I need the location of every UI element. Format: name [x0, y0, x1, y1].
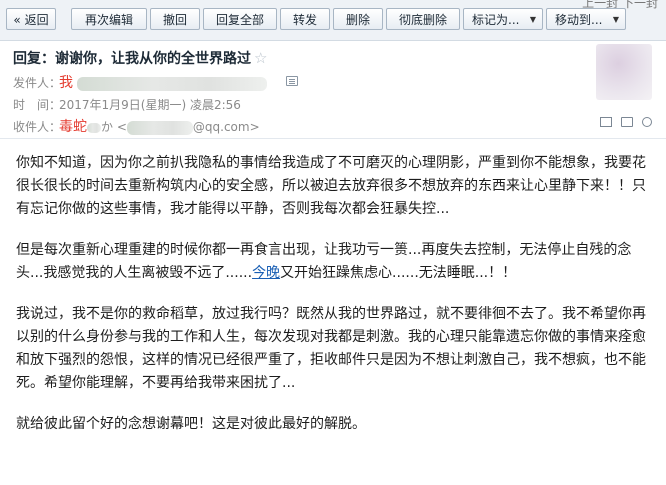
- body-line: 你知不知道，因为你之前扒我隐私的事情给我造成了不可磨灭的心理阴影，严重到你不能想…: [16, 155, 646, 171]
- recipient-suffix: か: [101, 120, 114, 134]
- redacted-recipient-email: [126, 120, 193, 135]
- redacted-recipient-part: [87, 122, 101, 133]
- body-text: 又开始狂躁焦虑心......无法睡眠...！！: [280, 265, 517, 281]
- reply-all-button[interactable]: 回复全部: [203, 8, 277, 30]
- star-icon[interactable]: ☆: [254, 49, 267, 67]
- recipient-email-domain: @qq.com>: [192, 120, 260, 134]
- delete-button[interactable]: 删除: [333, 8, 383, 30]
- email-subject: 回复：谢谢你，让我从你的全世界路过 ☆: [13, 48, 267, 68]
- move-to-dropdown[interactable]: 移动到... ▼: [546, 8, 626, 30]
- header-divider: [0, 138, 666, 139]
- recipient-row: 收件人：毒蛇か < @qq.com>: [13, 116, 260, 136]
- time-label: 时 间：: [13, 98, 62, 112]
- time-row: 时 间：2017年1月9日(星期一) 凌晨2:56: [13, 96, 241, 113]
- back-button[interactable]: « 返回: [6, 8, 56, 30]
- body-line: 但是每次重新心理重建的时候你都一再食言出现，让我功亏一篑...再度失去控制，无法…: [16, 242, 632, 258]
- delete-button-label: 删除: [345, 13, 370, 27]
- edit-again-button-label: 再次编辑: [84, 13, 133, 27]
- body-line: 就给彼此留个好的念想谢幕吧！这是对彼此最好的解脱。: [16, 416, 366, 432]
- reply-all-button-label: 回复全部: [215, 13, 264, 27]
- forward-button-label: 转发: [292, 13, 317, 27]
- body-line: 和放下强烈的怨恨，这样的情况已经很严重了，拒收邮件只是因为不想让刺激自己，我不想…: [16, 352, 646, 368]
- body-line: 头...我感觉我的人生离被毁不远了......今晚又开始狂躁焦虑心......无…: [16, 262, 656, 285]
- back-button-label: « 返回: [13, 13, 49, 27]
- print-icon[interactable]: [620, 116, 633, 127]
- email-body: 你知不知道，因为你之前扒我隐私的事情给我造成了不可磨灭的心理阴影，严重到你不能想…: [16, 152, 656, 454]
- contact-card-icon[interactable]: [286, 76, 298, 86]
- mark-as-dropdown[interactable]: 标记为... ▼: [463, 8, 543, 30]
- body-line: 我说过，我不是你的救命稻草，放过我行吗？既然从我的世界路过，就不要徘徊不去了。我…: [16, 306, 646, 322]
- sender-label: 发件人：: [13, 76, 62, 90]
- recall-button[interactable]: 撤回: [150, 8, 200, 30]
- toolbar: 上一封 下一封 « 返回 再次编辑 撤回 回复全部 转发 删除 彻底删除 标记为…: [0, 0, 666, 41]
- redacted-sender-address: [76, 76, 267, 91]
- forward-button[interactable]: 转发: [280, 8, 330, 30]
- edit-again-button[interactable]: 再次编辑: [71, 8, 147, 30]
- subject-text: 回复：谢谢你，让我从你的全世界路过: [13, 51, 251, 67]
- body-line: 有忘记你做的这些事情，我才能得以平静，否则我每次都会狂暴失控...: [16, 201, 450, 217]
- body-text: 头...我感觉我的人生离被毁不远了......: [16, 265, 253, 281]
- sender-name[interactable]: 我: [59, 75, 73, 91]
- chevron-down-icon: ▼: [529, 15, 536, 24]
- email-read-view: 上一封 下一封 « 返回 再次编辑 撤回 回复全部 转发 删除 彻底删除 标记为…: [0, 0, 666, 485]
- body-line: 死。希望你能理解，不要再给我带来困扰了...: [16, 375, 296, 391]
- tonight-link[interactable]: 今晚: [252, 265, 280, 281]
- paragraph-2: 但是每次重新心理重建的时候你都一再食言出现，让我功亏一篑...再度失去控制，无法…: [16, 239, 656, 285]
- recipient-name[interactable]: 毒蛇: [59, 119, 87, 135]
- sender-row: 发件人：我: [13, 72, 267, 92]
- permanent-delete-button[interactable]: 彻底删除: [386, 8, 460, 30]
- paragraph-4: 就给彼此留个好的念想谢幕吧！这是对彼此最好的解脱。: [16, 413, 656, 436]
- header-icons: [596, 111, 652, 130]
- paragraph-1: 你知不知道，因为你之前扒我隐私的事情给我造成了不可磨灭的心理阴影，严重到你不能想…: [16, 152, 656, 221]
- chevron-down-icon: ▼: [612, 15, 619, 24]
- new-window-icon[interactable]: [599, 116, 612, 127]
- recall-button-label: 撤回: [162, 13, 187, 27]
- permanent-delete-button-label: 彻底删除: [398, 13, 447, 27]
- zoom-icon[interactable]: [642, 116, 652, 127]
- recipient-email-open: <: [116, 120, 127, 134]
- avatar[interactable]: [596, 44, 652, 100]
- time-value: 2017年1月9日(星期一) 凌晨2:56: [59, 98, 241, 112]
- recipient-label: 收件人：: [13, 120, 62, 134]
- body-line: 以别的什么身份参与我的工作和人生，每次发现对我都是刺激。我的心理只能靠遗忘你做的…: [16, 329, 646, 345]
- body-line: 很长很长的时间去重新构筑内心的安全感，所以被迫去放弃很多不想放弃的东西来让心里静…: [16, 178, 646, 194]
- paragraph-3: 我说过，我不是你的救命稻草，放过我行吗？既然从我的世界路过，就不要徘徊不去了。我…: [16, 303, 656, 395]
